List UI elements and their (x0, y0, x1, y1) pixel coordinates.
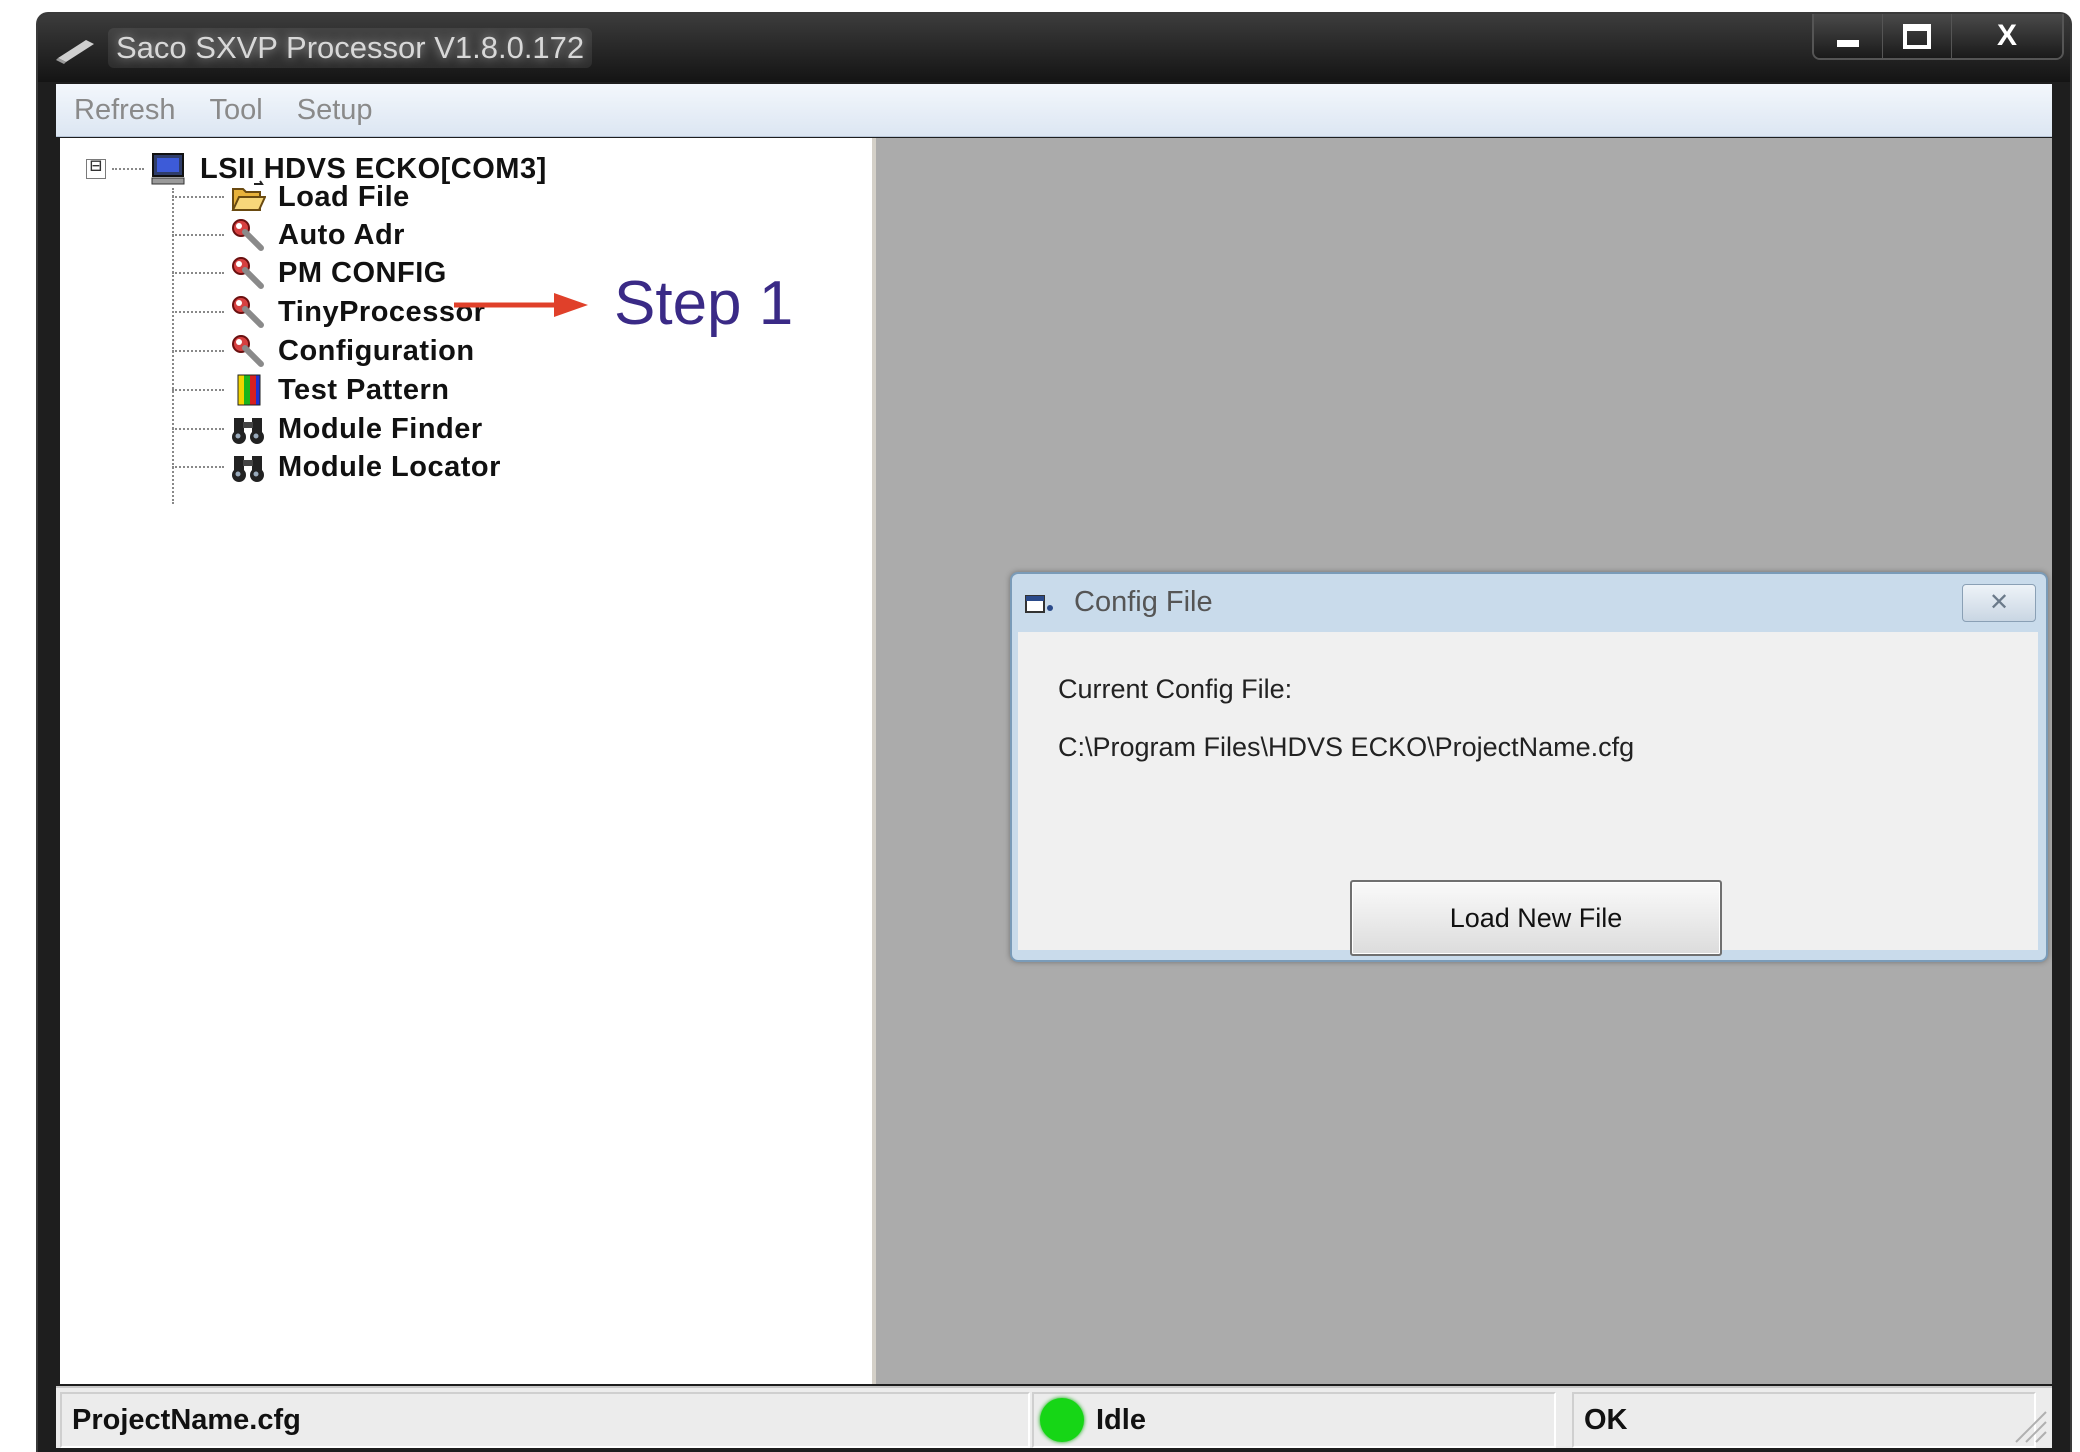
tree-connector (172, 350, 224, 352)
config-file-dialog: Config File ✕ Current Config File: C:\Pr… (1010, 572, 2048, 962)
binoculars-icon (232, 456, 264, 482)
window-title: Saco SXVP Processor V1.8.0.172 (108, 28, 593, 68)
status-state-panel: Idle (1032, 1392, 1556, 1448)
dialog-title: Config File (1074, 586, 1213, 618)
tree-item-load-file[interactable]: Load File (172, 178, 410, 216)
tree-item-test-pattern[interactable]: Test Pattern (172, 371, 449, 409)
close-icon: ✕ (1988, 589, 2010, 616)
dialog-body: Current Config File: C:\Program Files\HD… (1018, 632, 2038, 956)
menu-refresh[interactable]: Refresh (74, 94, 176, 127)
wrench-icon (232, 219, 264, 251)
tree-connector (172, 389, 224, 391)
tree-connector (172, 196, 224, 198)
wrench-icon (232, 296, 264, 328)
status-state: Idle (1096, 1403, 1146, 1436)
maximize-button[interactable] (1883, 14, 1952, 58)
tree-item-auto-adr[interactable]: Auto Adr (172, 216, 405, 254)
tree-connector (172, 466, 224, 468)
tree-item-label: PM CONFIG (278, 256, 447, 289)
tree-connector (172, 272, 224, 274)
color-bars-icon (237, 374, 261, 406)
tree-connector (172, 234, 224, 236)
menu-bar: Refresh Tool Setup (56, 84, 2052, 137)
status-file-panel: ProjectName.cfg (60, 1392, 1030, 1448)
tree-item-pm-config[interactable]: PM CONFIG (172, 254, 447, 292)
minimize-button[interactable] (1814, 14, 1883, 58)
dialog-close-button[interactable]: ✕ (1962, 584, 2036, 622)
tree-item-configuration[interactable]: Configuration (172, 332, 475, 370)
step-arrow-icon (454, 293, 588, 317)
menu-tool[interactable]: Tool (210, 94, 263, 127)
wrench-icon (232, 335, 264, 367)
menu-setup[interactable]: Setup (297, 94, 373, 127)
collapse-icon[interactable]: ⊟ (86, 158, 106, 179)
tree-item-tinyprocessor[interactable]: TinyProcessor (172, 293, 485, 331)
app-window: Saco SXVP Processor V1.8.0.172 X Refresh… (38, 14, 2070, 1452)
tree-item-label: Module Locator (278, 450, 501, 483)
device-tree: ⊟ LSII HDVS ECKO[COM3] Load File Auto Ad… (60, 138, 876, 1384)
status-result: OK (1584, 1403, 1628, 1436)
dialog-window-icon (1025, 595, 1053, 613)
minimize-icon (1837, 39, 1859, 47)
tree-connector (172, 428, 224, 430)
status-bar: ProjectName.cfg Idle OK (56, 1386, 2052, 1448)
tree-item-module-finder[interactable]: Module Finder (172, 410, 483, 448)
tree-connector (172, 311, 224, 313)
load-new-file-button[interactable]: Load New File (1350, 880, 1722, 956)
current-config-label: Current Config File: (1058, 674, 1293, 704)
tree-item-label: Auto Adr (278, 218, 405, 251)
tree-item-label: Test Pattern (278, 373, 450, 406)
status-indicator-icon (1040, 1398, 1084, 1442)
tree-item-module-locator[interactable]: Module Locator (172, 448, 501, 486)
tree-connector (112, 168, 144, 170)
tree-item-label: Load File (278, 180, 410, 213)
open-folder-icon (231, 180, 266, 211)
step-annotation: Step 1 (614, 269, 794, 338)
title-bar[interactable]: Saco SXVP Processor V1.8.0.172 X (38, 14, 2070, 82)
wrench-icon (232, 257, 264, 289)
binoculars-icon (232, 418, 264, 444)
tree-item-label: Module Finder (278, 412, 483, 445)
app-icon (56, 40, 94, 64)
dialog-title-bar[interactable]: Config File ✕ (1012, 574, 2046, 630)
status-file-name: ProjectName.cfg (72, 1403, 301, 1436)
close-icon: X (1996, 19, 2017, 52)
current-config-path: C:\Program Files\HDVS ECKO\ProjectName.c… (1058, 732, 1635, 762)
maximize-icon (1903, 23, 1931, 49)
close-button[interactable]: X (1952, 14, 2062, 58)
resize-grip-icon[interactable] (2008, 1404, 2048, 1444)
status-result-panel: OK (1572, 1392, 2036, 1448)
window-controls: X (1812, 14, 2064, 60)
tree-item-label: Configuration (278, 334, 475, 367)
